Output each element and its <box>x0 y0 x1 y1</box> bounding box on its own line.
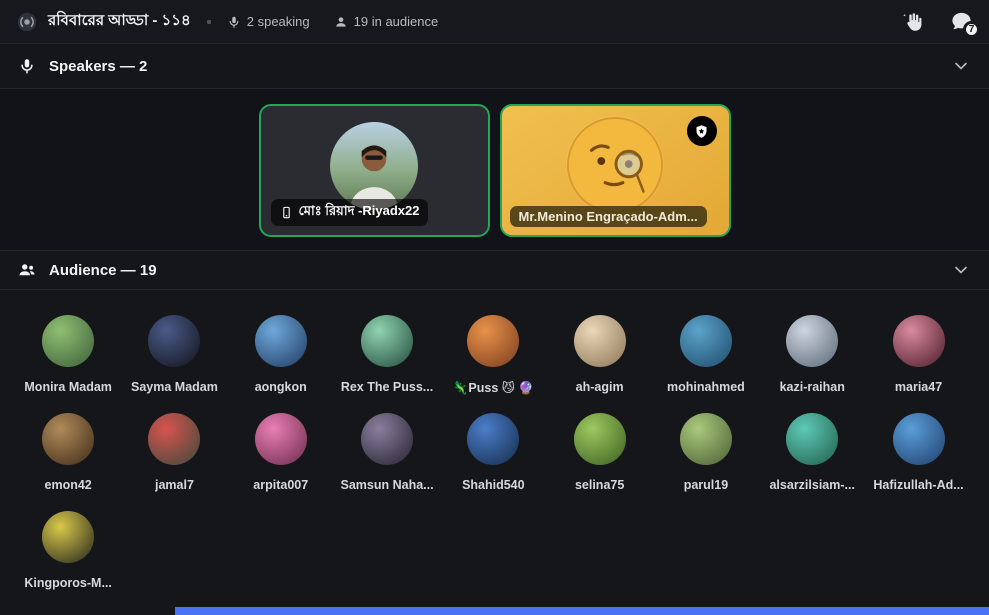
audience-member[interactable]: Sayma Madam <box>121 315 227 413</box>
audience-member[interactable]: Samsun Naha... <box>334 413 440 511</box>
audience-member[interactable]: selina75 <box>546 413 652 511</box>
member-name: 🦎Puss 😼 🔮 <box>452 381 534 395</box>
topbar-actions: 7 <box>902 10 980 38</box>
member-name: parul19 <box>683 478 729 492</box>
member-name: emon42 <box>44 478 92 492</box>
member-name: aongkon <box>254 380 307 394</box>
speaker-name: মোঃ রিয়াদ -Riyadx22 <box>298 203 420 218</box>
speakers-section-label: Speakers — 2 <box>49 57 148 75</box>
topbar: রবিবারের আড্ডা - ১১৪ 2 speaking 19 in au… <box>0 0 989 44</box>
person-icon <box>335 16 346 27</box>
avatar <box>573 315 626 367</box>
avatar <box>679 315 732 367</box>
speaking-count-label: 2 speaking <box>246 14 310 29</box>
avatar <box>361 413 414 465</box>
member-name: Rex The Puss... <box>340 380 434 394</box>
separator-dot <box>206 19 211 24</box>
avatar <box>254 315 307 367</box>
speaker-card-menino[interactable]: Mr.Menino Engraçado-Adm... <box>499 104 731 237</box>
audience-member[interactable]: aongkon <box>228 315 334 413</box>
member-name: Samsun Naha... <box>340 478 434 492</box>
member-name: mohinahmed <box>667 380 745 394</box>
speaker-avatar <box>330 122 418 210</box>
avatar <box>679 413 732 465</box>
mic-icon <box>229 16 239 28</box>
member-name: maria47 <box>894 380 943 394</box>
raise-hand-button[interactable] <box>902 11 924 33</box>
avatar <box>892 315 945 367</box>
member-name: Kingporos-M... <box>24 576 112 590</box>
member-name: Hafizullah-Ad... <box>873 478 964 492</box>
audience-member[interactable]: Shahid540 <box>440 413 546 511</box>
avatar <box>148 315 201 367</box>
avatar <box>42 315 95 367</box>
audience-section-header[interactable]: Audience — 19 <box>0 250 989 290</box>
speakers-area: মোঃ রিয়াদ -Riyadx22 Mr.Menino Engraçado… <box>0 89 989 250</box>
raise-hand-icon <box>903 12 922 31</box>
speaker-name-tag: মোঃ রিয়াদ -Riyadx22 <box>270 199 429 226</box>
audience-member[interactable]: emon42 <box>15 413 121 511</box>
bottom-strip <box>175 607 989 615</box>
mic-icon <box>21 59 33 74</box>
member-name: ah-agim <box>575 380 624 394</box>
audience-member[interactable]: maria47 <box>865 315 971 413</box>
audience-member[interactable]: Monira Madam <box>15 315 121 413</box>
avatar <box>786 413 839 465</box>
broadcast-icon <box>17 12 37 31</box>
audience-member[interactable]: arpita007 <box>228 413 334 511</box>
audience-member[interactable]: 🦎Puss 😼 🔮 <box>440 315 546 413</box>
speaking-count: 2 speaking <box>227 14 310 29</box>
avatar <box>42 511 95 563</box>
audience-member[interactable]: kazi-raihan <box>759 315 865 413</box>
chevron-down-icon <box>951 260 971 280</box>
chevron-down-icon <box>951 56 971 76</box>
member-name: selina75 <box>574 478 625 492</box>
speaker-card-riyadx22[interactable]: মোঃ রিয়াদ -Riyadx22 <box>258 104 490 237</box>
avatar <box>42 413 95 465</box>
avatar <box>573 413 626 465</box>
audience-member[interactable]: Rex The Puss... <box>334 315 440 413</box>
avatar <box>892 413 945 465</box>
audience-member[interactable]: jamal7 <box>121 413 227 511</box>
audience-member[interactable]: Kingporos-M... <box>15 511 121 609</box>
moderator-badge <box>686 116 717 146</box>
speaker-name-tag: Mr.Menino Engraçado-Adm... <box>509 206 707 227</box>
avatar <box>254 413 307 465</box>
people-icon <box>19 264 35 276</box>
audience-member[interactable]: Hafizullah-Ad... <box>865 413 971 511</box>
avatar <box>361 315 414 367</box>
stage-channel-window: রবিবারের আড্ডা - ১১৪ 2 speaking 19 in au… <box>0 0 989 615</box>
audience-member[interactable]: parul19 <box>653 413 759 511</box>
channel-title: রবিবারের আড্ডা - ১১৪ <box>48 12 191 29</box>
audience-member[interactable]: mohinahmed <box>653 315 759 413</box>
member-name: alsarzilsiam-... <box>769 478 855 492</box>
member-name: Sayma Madam <box>131 380 218 394</box>
mobile-phone-icon <box>282 206 290 219</box>
speaker-avatar <box>566 116 664 214</box>
avatar <box>467 413 520 465</box>
audience-member[interactable]: alsarzilsiam-... <box>759 413 865 511</box>
avatar <box>786 315 839 367</box>
member-name: kazi-raihan <box>779 380 845 394</box>
audience-grid: Monira Madam Sayma Madam aongkon Rex The… <box>0 290 989 609</box>
audience-section-label: Audience — 19 <box>49 261 157 279</box>
chat-button[interactable]: 7 <box>950 10 980 38</box>
person-photo-placeholder <box>350 145 398 210</box>
avatar <box>467 315 520 367</box>
audience-count: 19 in audience <box>334 14 439 29</box>
member-name: Monira Madam <box>24 380 112 394</box>
stage-channel-icon[interactable] <box>16 11 38 33</box>
speakers-section-header[interactable]: Speakers — 2 <box>0 44 989 89</box>
shield-star-icon <box>696 124 707 138</box>
avatar <box>148 413 201 465</box>
speaker-name: Mr.Menino Engraçado-Adm... <box>518 209 698 224</box>
chat-unread-badge: 7 <box>963 21 980 38</box>
member-name: Shahid540 <box>462 478 525 492</box>
monocle-face-avatar <box>566 116 664 214</box>
audience-count-label: 19 in audience <box>353 14 439 29</box>
member-name: arpita007 <box>253 478 309 492</box>
audience-member[interactable]: ah-agim <box>546 315 652 413</box>
member-name: jamal7 <box>154 478 194 492</box>
